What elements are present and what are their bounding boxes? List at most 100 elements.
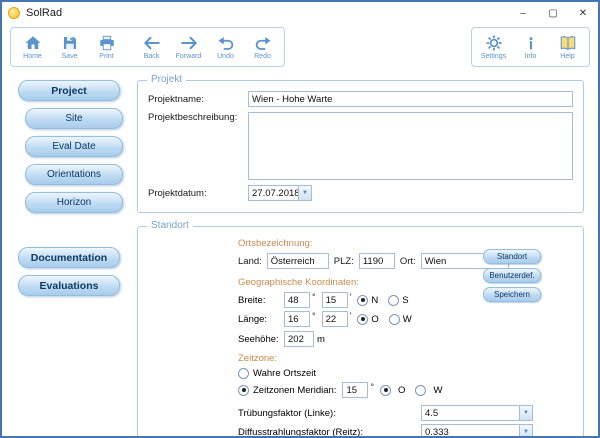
help-book-icon: [559, 34, 577, 52]
chevron-down-icon[interactable]: ▼: [519, 406, 532, 420]
help-label: Help: [560, 53, 574, 61]
redo-label: Redo: [254, 53, 271, 61]
nord-radio[interactable]: [357, 295, 368, 306]
settings-button[interactable]: Settings: [475, 29, 512, 65]
home-button[interactable]: Home: [14, 29, 51, 65]
plz-label: PLZ:: [334, 256, 354, 267]
ost-radio[interactable]: [357, 314, 368, 325]
ost-option[interactable]: O: [357, 314, 378, 325]
ortsbezeichnung-heading: Ortsbezeichnung:: [238, 238, 575, 249]
nord-label: N: [371, 295, 378, 306]
sued-radio[interactable]: [388, 295, 399, 306]
zeitzonen-meridian-label: Zeitzonen Meridian:: [253, 385, 336, 396]
chevron-down-icon[interactable]: ▼: [519, 425, 532, 436]
window-controls: – ▢ ✕: [508, 2, 598, 24]
projektbeschreibung-row: Projektbeschreibung:: [148, 112, 573, 180]
standort-button[interactable]: Standort: [483, 249, 541, 264]
meridian-input[interactable]: [342, 382, 368, 398]
sidebar-item-orientations[interactable]: Orientations: [25, 164, 123, 185]
standort-action-buttons: Standort Benutzerdef. Speichern: [483, 249, 541, 302]
minimize-button[interactable]: –: [508, 2, 538, 24]
forward-button[interactable]: Forward: [170, 29, 207, 65]
meridian-west-option[interactable]: W: [415, 385, 442, 396]
truebungsfaktor-row: Trübungsfaktor (Linke): 4.5 ▼: [238, 405, 533, 421]
settings-label: Settings: [481, 53, 506, 61]
degree-symbol: °: [312, 311, 316, 321]
print-button[interactable]: Print: [88, 29, 125, 65]
app-icon: [8, 7, 20, 19]
undo-button[interactable]: Undo: [207, 29, 244, 65]
seehoehe-input[interactable]: [284, 331, 314, 347]
seehoehe-label: Seehöhe:: [238, 334, 284, 345]
truebungsfaktor-dropdown[interactable]: 4.5 ▼: [421, 405, 533, 421]
diffusstrahlungsfaktor-dropdown[interactable]: 0.333 ▼: [421, 424, 533, 436]
close-button[interactable]: ✕: [568, 2, 598, 24]
help-button[interactable]: Help: [549, 29, 586, 65]
laenge-row: Länge: ° ' O W: [238, 311, 575, 327]
meridian-west-label: W: [433, 385, 442, 396]
home-label: Home: [23, 53, 42, 61]
sidebar-item-documentation[interactable]: Documentation: [18, 247, 120, 268]
forward-label: Forward: [176, 53, 202, 61]
projektname-row: Projektname:: [148, 91, 573, 107]
projektname-input[interactable]: [248, 91, 573, 107]
breite-grad-input[interactable]: [284, 292, 310, 308]
laenge-minuten-input[interactable]: [322, 311, 348, 327]
projektdatum-dropdown[interactable]: 27.07.2018 ▼: [248, 185, 312, 201]
minute-symbol: ': [350, 292, 352, 302]
meridian-ost-label: O: [398, 385, 405, 396]
sidebar-item-project[interactable]: Project: [18, 80, 120, 101]
save-icon: [61, 34, 79, 52]
plz-input[interactable]: [359, 253, 395, 269]
land-label: Land:: [238, 256, 262, 267]
benutzerdef-button[interactable]: Benutzerdef.: [483, 268, 541, 283]
breite-minuten-input[interactable]: [322, 292, 348, 308]
redo-button[interactable]: Redo: [244, 29, 281, 65]
zeitzonen-meridian-radio[interactable]: [238, 385, 249, 396]
toolbar-left-group: Home Save Print Back: [10, 27, 285, 67]
sued-label: S: [402, 295, 408, 306]
nord-option[interactable]: N: [357, 295, 378, 306]
west-radio[interactable]: [389, 314, 400, 325]
sidebar-item-site[interactable]: Site: [25, 108, 123, 129]
land-input[interactable]: [267, 253, 329, 269]
projekt-groupbox: Projekt Projektname: Projektbeschreibung…: [137, 80, 584, 213]
print-label: Print: [99, 53, 113, 61]
info-button[interactable]: Info: [512, 29, 549, 65]
back-label: Back: [144, 53, 160, 61]
gear-icon: [485, 34, 503, 52]
projektbeschreibung-textarea[interactable]: [248, 112, 573, 180]
forward-icon: [180, 34, 198, 52]
sued-option[interactable]: S: [388, 295, 408, 306]
wahre-ortszeit-row: Wahre Ortszeit: [238, 368, 575, 379]
meridian-ost-radio[interactable]: [380, 385, 391, 396]
projektdatum-row: Projektdatum: 27.07.2018 ▼: [148, 185, 573, 201]
sidebar-item-evaluations[interactable]: Evaluations: [18, 275, 120, 296]
app-body: Project Site Eval Date Orientations Hori…: [2, 70, 598, 436]
toolbar: Home Save Print Back: [2, 24, 598, 70]
truebungsfaktor-label: Trübungsfaktor (Linke):: [238, 408, 421, 419]
minute-symbol: ': [350, 311, 352, 321]
sidebar-item-eval-date[interactable]: Eval Date: [25, 136, 123, 157]
sidebar-item-horizon[interactable]: Horizon: [25, 192, 123, 213]
meridian-ost-option[interactable]: O: [380, 385, 405, 396]
chevron-down-icon[interactable]: ▼: [298, 186, 311, 200]
diffusstrahlungsfaktor-value: 0.333: [425, 427, 519, 437]
info-label: Info: [525, 53, 537, 61]
maximize-button[interactable]: ▢: [538, 2, 568, 24]
speichern-button[interactable]: Speichern: [483, 287, 541, 302]
back-button[interactable]: Back: [133, 29, 170, 65]
save-label: Save: [62, 53, 78, 61]
undo-icon: [217, 34, 235, 52]
ort-label: Ort:: [400, 256, 416, 267]
projektdatum-label: Projektdatum:: [148, 188, 248, 199]
meridian-west-radio[interactable]: [415, 385, 426, 396]
wahre-ortszeit-radio[interactable]: [238, 368, 249, 379]
laenge-label: Länge:: [238, 314, 284, 325]
laenge-grad-input[interactable]: [284, 311, 310, 327]
west-option[interactable]: W: [389, 314, 412, 325]
seehoehe-unit: m: [317, 334, 325, 345]
sidebar: Project Site Eval Date Orientations Hori…: [2, 70, 135, 436]
save-button[interactable]: Save: [51, 29, 88, 65]
undo-label: Undo: [217, 53, 234, 61]
